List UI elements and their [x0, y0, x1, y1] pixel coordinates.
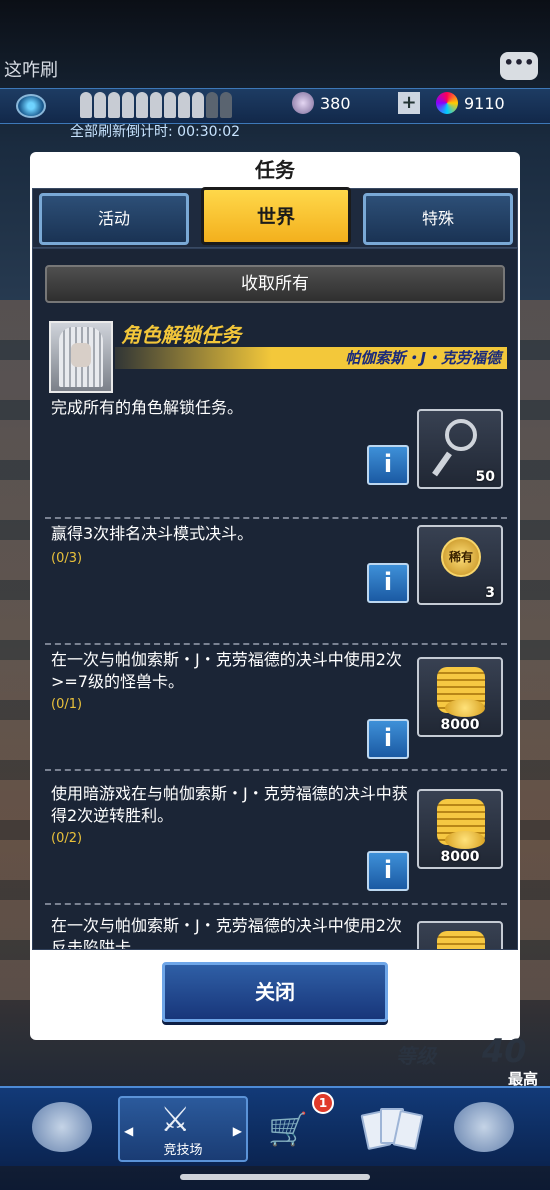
- gem-amount: 380: [320, 93, 351, 113]
- close-button[interactable]: 关闭: [162, 962, 388, 1022]
- person-icon: [150, 92, 162, 118]
- info-button[interactable]: i: [367, 445, 409, 485]
- task-description: 在一次与帕伽索斯・J・克劳福德的决斗中使用2次反击陷阱卡。: [51, 916, 402, 950]
- reward-box[interactable]: 8000: [417, 789, 503, 869]
- screen-title: 这咋刷: [4, 60, 58, 81]
- key-stem: [432, 451, 452, 477]
- collect-all-button[interactable]: 收取所有: [45, 265, 505, 303]
- person-icon: [122, 92, 134, 118]
- bottom-nav: ◀ ⚔ ▶ 竞技场 🛒 1: [0, 1086, 550, 1166]
- nav-arena[interactable]: ◀ ⚔ ▶ 竞技场: [118, 1096, 248, 1162]
- person-icon: [206, 92, 218, 118]
- coins-icon: [437, 931, 485, 949]
- info-button[interactable]: i: [367, 563, 409, 603]
- chat-icon[interactable]: •••: [500, 52, 538, 80]
- person-icon: [136, 92, 148, 118]
- task-item: 在一次与帕伽索斯・J・克劳福德的决斗中使用2次反击陷阱卡。: [45, 913, 507, 950]
- person-icon: [192, 92, 204, 118]
- chevron-left-icon[interactable]: ◀: [124, 1124, 133, 1138]
- task-progress: (0/2): [51, 831, 83, 846]
- task-progress: (0/1): [51, 697, 83, 712]
- person-icon: [108, 92, 120, 118]
- mission-title: 角色解锁任务: [121, 323, 241, 347]
- reward-box[interactable]: [417, 921, 503, 949]
- task-item: 完成所有的角色解锁任务。 i 50: [45, 395, 507, 519]
- gem-icon: [292, 92, 314, 114]
- reward-box[interactable]: 50: [417, 409, 503, 489]
- info-button[interactable]: i: [367, 719, 409, 759]
- reward-count: 8000: [440, 849, 480, 865]
- guild-icon: [454, 1102, 514, 1152]
- task-description: 赢得3次排名决斗模式决斗。: [51, 524, 254, 543]
- cards-icon: [360, 1106, 424, 1151]
- task-progress: (0/3): [51, 551, 83, 566]
- nav-deck[interactable]: [348, 1096, 436, 1162]
- character-face: [71, 343, 91, 367]
- crystal-amount: 9110: [464, 93, 505, 113]
- medal-icon: 稀有: [441, 537, 481, 577]
- dialog-title: 任务: [255, 158, 295, 182]
- reward-box[interactable]: 稀有 3: [417, 525, 503, 605]
- reward-count: 3: [485, 585, 495, 601]
- rank-label: 等级: [396, 1044, 436, 1068]
- character-portrait: [49, 321, 113, 393]
- coin-icon: [445, 831, 485, 849]
- person-icon: [80, 92, 92, 118]
- person-icon: [220, 92, 232, 118]
- rank-display: 等级 40 最高: [340, 1030, 550, 1090]
- tab-event[interactable]: 活动: [39, 193, 189, 245]
- task-item: 在一次与帕伽索斯・J・克劳福德的决斗中使用2次>=7级的怪兽卡。 (0/1) i…: [45, 647, 507, 771]
- crystal-icon: [436, 92, 458, 114]
- reward-count: 50: [475, 469, 495, 485]
- crystal-counter: 9110: [436, 92, 505, 114]
- tab-bar: 活动 世界 特殊: [32, 187, 518, 248]
- home-indicator[interactable]: [180, 1174, 370, 1180]
- hud-orb-icon[interactable]: [16, 94, 46, 118]
- refresh-countdown: 全部刷新倒计时: 00:30:02: [70, 124, 241, 140]
- task-description: 完成所有的角色解锁任务。: [51, 398, 244, 417]
- mission-character: 帕伽索斯・J・克劳福德: [115, 347, 507, 369]
- info-button[interactable]: i: [367, 851, 409, 891]
- crossed-swords-icon: ⚔: [160, 1100, 191, 1140]
- task-item: 使用暗游戏在与帕伽索斯・J・克劳福德的决斗中获得2次逆转胜利。 (0/2) i …: [45, 781, 507, 905]
- mission-dialog: 任务 活动 世界 特殊 收取所有 角色解锁任务 帕伽索斯・J・克劳福德 完成所有…: [30, 152, 520, 1040]
- gear-icon: [32, 1102, 92, 1152]
- add-currency-button[interactable]: +: [398, 92, 420, 114]
- key-icon: [445, 419, 477, 451]
- task-description: 在一次与帕伽索斯・J・克劳福德的决斗中使用2次>=7级的怪兽卡。: [51, 650, 402, 691]
- person-icon: [164, 92, 176, 118]
- chevron-right-icon[interactable]: ▶: [233, 1124, 242, 1138]
- player-slots: [80, 92, 232, 118]
- tab-special[interactable]: 特殊: [363, 193, 513, 245]
- reward-count: 8000: [440, 717, 480, 733]
- rank-value: 40: [482, 1032, 527, 1070]
- nav-profile[interactable]: [18, 1096, 106, 1162]
- gem-counter: 380: [292, 92, 351, 114]
- nav-arena-label: 竞技场: [163, 1143, 203, 1158]
- reward-box[interactable]: 8000: [417, 657, 503, 737]
- task-description: 使用暗游戏在与帕伽索斯・J・克劳福德的决斗中获得2次逆转胜利。: [51, 784, 408, 825]
- mission-list[interactable]: 收取所有 角色解锁任务 帕伽索斯・J・克劳福德 完成所有的角色解锁任务。 i 5…: [32, 248, 518, 950]
- notification-badge: 1: [312, 1092, 334, 1114]
- task-item: 赢得3次排名决斗模式决斗。 (0/3) i 稀有 3: [45, 521, 507, 645]
- coin-icon: [445, 699, 485, 717]
- nav-guild[interactable]: [440, 1096, 528, 1162]
- cart-icon: 🛒: [268, 1110, 308, 1148]
- person-icon: [94, 92, 106, 118]
- person-icon: [178, 92, 190, 118]
- tab-world[interactable]: 世界: [201, 187, 351, 245]
- nav-shop[interactable]: 🛒 1: [258, 1092, 346, 1162]
